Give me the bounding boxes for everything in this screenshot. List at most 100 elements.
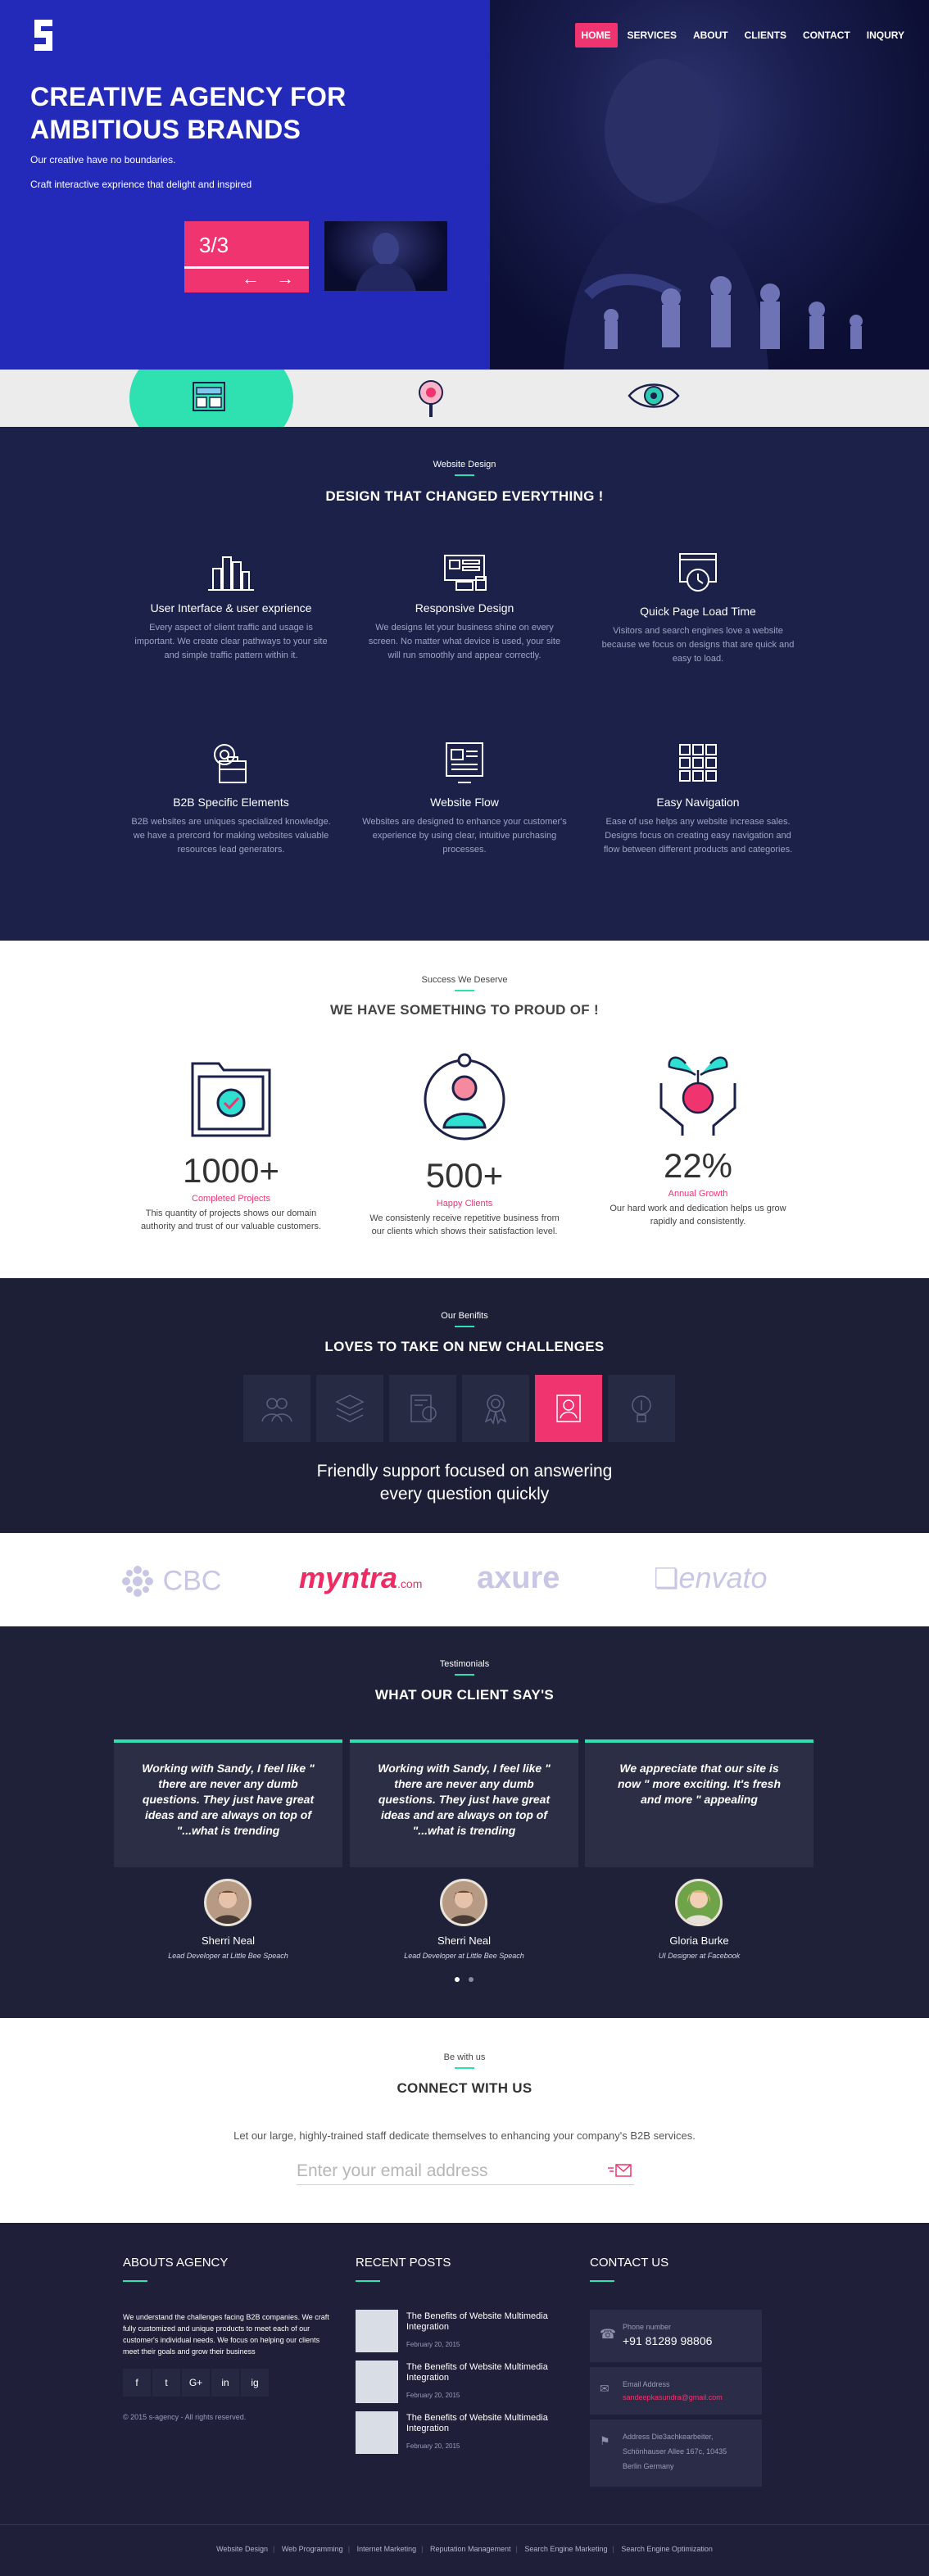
section-kicker: Be with us xyxy=(443,2052,486,2062)
section-heading: WHAT OUR CLIENT SAY'S xyxy=(374,1687,555,1703)
brand-envato-text: envato xyxy=(678,1561,768,1594)
recent-post[interactable]: The Benefits of Website Multimedia Integ… xyxy=(356,2310,569,2352)
phone-number[interactable]: +91 81289 98806 xyxy=(623,2334,712,2347)
hero-chess-photo xyxy=(490,0,929,370)
feature-text: Every aspect of client traffic and usage… xyxy=(134,623,328,660)
benefit-tile[interactable] xyxy=(608,1375,675,1442)
stats-section: Success We Deserve WE HAVE SOMETHING TO … xyxy=(0,941,929,1278)
benefit-text-line-2: every question quickly xyxy=(379,1485,550,1503)
post-title[interactable]: The Benefits of Website Multimedia Integ… xyxy=(406,2413,562,2434)
twitter-icon[interactable]: t xyxy=(152,2369,180,2397)
feature-text: Visitors and search engines love a websi… xyxy=(601,626,795,664)
hero-section: HOME SERVICES ABOUT CLIENTS CONTACT INQU… xyxy=(0,0,929,370)
footer-posts-title: RECENT POSTS xyxy=(356,2256,451,2270)
footer-about-text: We understand the challenges facing B2B … xyxy=(123,2313,329,2356)
arrow-left-icon[interactable]: ← xyxy=(242,270,260,288)
connect-description: Let our large, highly-trained staff dedi… xyxy=(233,2129,696,2142)
feature-card: Quick Page Load Time Visitors and search… xyxy=(596,552,800,666)
post-title[interactable]: The Benefits of Website Multimedia Integ… xyxy=(406,2311,562,2333)
location-icon: ⚑ xyxy=(600,2434,610,2447)
nav-inqury[interactable]: INQURY xyxy=(860,23,911,48)
contact-address-box: ⚑ Address Die3achkearbeiter, Schönhauser… xyxy=(590,2420,762,2487)
avatar xyxy=(440,1879,487,1926)
copyright: © 2015 s-agency - All rights reserved. xyxy=(123,2413,247,2421)
avatar xyxy=(204,1879,252,1926)
devices-icon xyxy=(444,555,487,591)
stat-text: Our hard work and dedication helps us gr… xyxy=(610,1204,786,1227)
grid-icon xyxy=(679,744,717,782)
nav-contact[interactable]: CONTACT xyxy=(796,23,857,48)
benefit-tile-active[interactable] xyxy=(535,1375,602,1442)
send-mail-icon[interactable] xyxy=(608,2162,632,2179)
feature-card: Website Flow Websites are designed to en… xyxy=(362,740,567,857)
brand-myntra: myntra.com xyxy=(299,1561,422,1596)
facebook-icon[interactable]: f xyxy=(123,2369,151,2397)
brand-myntra-suffix: .com xyxy=(397,1577,423,1590)
recent-post[interactable]: The Benefits of Website Multimedia Integ… xyxy=(356,2361,569,2403)
footer-link[interactable]: Search Engine Marketing xyxy=(524,2545,607,2553)
email-address[interactable]: sandeepkasundra@gmail.com xyxy=(623,2393,723,2401)
support-agent-icon xyxy=(556,1395,581,1422)
brand-cbc: CBC xyxy=(121,1562,221,1598)
address-line-2: Schönhauser Allee 167c, 10435 xyxy=(623,2447,727,2456)
brand-cbc-text: CBC xyxy=(162,1565,222,1597)
kicker-underline xyxy=(455,990,474,991)
testimonial-card: We appreciate that our site is now " mor… xyxy=(585,1739,813,1867)
benefit-tile[interactable] xyxy=(316,1375,383,1442)
stat-item: 22% Annual Growth Our hard work and dedi… xyxy=(596,1047,800,1228)
google-plus-icon[interactable]: G+ xyxy=(182,2369,210,2397)
cbc-gem-icon xyxy=(122,1565,153,1597)
carousel-dot-active[interactable] xyxy=(455,1977,460,1982)
testimonial-name: Sherri Neal xyxy=(201,1934,256,1947)
agency-logo[interactable] xyxy=(33,18,54,52)
post-date: February 20, 2015 xyxy=(406,2442,460,2450)
brand-myntra-text: myntra xyxy=(299,1561,398,1594)
nav-home[interactable]: HOME xyxy=(574,23,618,48)
benefit-tile[interactable] xyxy=(243,1375,310,1442)
footer-link[interactable]: Reputation Management xyxy=(430,2545,511,2553)
gear-briefcase-icon xyxy=(214,744,247,783)
linkedin-icon[interactable]: in xyxy=(211,2369,239,2397)
brand-envato: ❏envato xyxy=(654,1561,768,1596)
website-layout-icon[interactable] xyxy=(190,379,228,415)
avatar xyxy=(675,1879,723,1926)
instagram-icon[interactable]: ig xyxy=(241,2369,269,2397)
footer-link[interactable]: Internet Marketing xyxy=(357,2545,417,2553)
footer-underline xyxy=(590,2280,614,2282)
arrow-right-icon[interactable]: → xyxy=(276,270,294,288)
benefit-tile[interactable] xyxy=(389,1375,456,1442)
brands-section: CBC myntra.com axure ❏envato xyxy=(0,1533,929,1626)
testimonial-card: Working with Sandy, I feel like " there … xyxy=(350,1739,578,1867)
nav-services[interactable]: SERVICES xyxy=(621,23,683,48)
magnifier-gear-icon[interactable] xyxy=(415,376,447,419)
footer-link[interactable]: Search Engine Optimization xyxy=(621,2545,713,2553)
stat-label: Completed Projects xyxy=(192,1194,270,1204)
icon-strip xyxy=(0,370,929,427)
carousel-dot[interactable] xyxy=(469,1977,474,1982)
benefits-section: Our Benifits LOVES TO TAKE ON NEW CHALLE… xyxy=(0,1278,929,1533)
benefit-tile[interactable] xyxy=(462,1375,529,1442)
post-title[interactable]: The Benefits of Website Multimedia Integ… xyxy=(406,2362,562,2383)
feature-text: B2B websites are uniques specialized kno… xyxy=(131,817,331,855)
section-heading: DESIGN THAT CHANGED EVERYTHING ! xyxy=(325,488,604,504)
phone-label: Phone number xyxy=(623,2323,672,2331)
stat-value: 1000+ xyxy=(183,1151,279,1190)
nav-about[interactable]: ABOUT xyxy=(687,23,735,48)
chess-player-illustration xyxy=(564,59,863,370)
email-label: Email Address xyxy=(623,2380,670,2388)
feature-title: Website Flow xyxy=(430,796,499,809)
footer-link[interactable]: Website Design xyxy=(216,2545,268,2553)
feature-card: User Interface & user exprience Every as… xyxy=(129,552,333,663)
kicker-underline xyxy=(455,474,474,476)
eye-icon[interactable] xyxy=(628,379,680,412)
slide-thumbnail[interactable] xyxy=(324,221,447,291)
nav-clients[interactable]: CLIENTS xyxy=(738,23,793,48)
recent-post[interactable]: The Benefits of Website Multimedia Integ… xyxy=(356,2411,569,2454)
hero-subtitle: Our creative have no boundaries. xyxy=(30,154,176,166)
contact-email-box: ✉ Email Address sandeepkasundra@gmail.co… xyxy=(590,2367,762,2415)
email-input[interactable] xyxy=(297,2157,600,2185)
stat-label: Happy Clients xyxy=(436,1199,493,1209)
benefit-text-line-1: Friendly support focused on answering xyxy=(316,1462,613,1481)
footer-contact-title: CONTACT US xyxy=(590,2256,669,2270)
footer-link[interactable]: Web Programming xyxy=(282,2545,343,2553)
